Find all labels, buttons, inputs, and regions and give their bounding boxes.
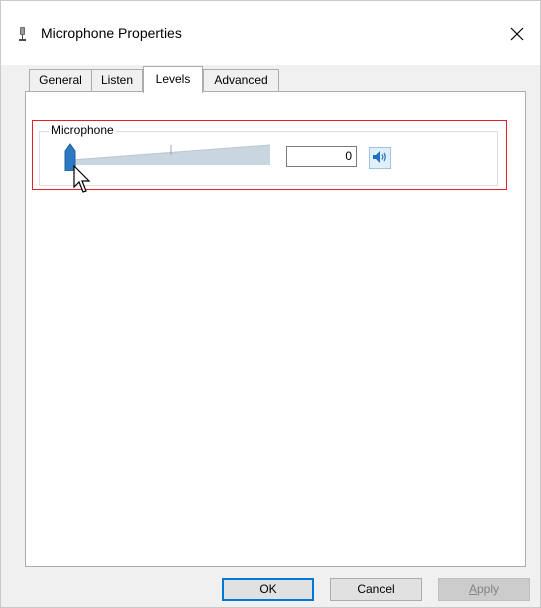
slider-graphic [64, 143, 271, 172]
speaker-icon [372, 150, 388, 167]
tab-levels[interactable]: Levels [143, 66, 203, 93]
cancel-button[interactable]: Cancel [330, 578, 422, 601]
window-title: Microphone Properties [41, 25, 182, 41]
ok-button[interactable]: OK [222, 578, 314, 601]
apply-label: pply [477, 582, 500, 596]
mute-button[interactable] [369, 147, 391, 169]
apply-accelerator: A [468, 582, 477, 596]
tab-listen[interactable]: Listen [91, 69, 143, 91]
microphone-icon [15, 26, 31, 42]
group-label: Microphone [49, 123, 116, 137]
level-slider[interactable] [63, 141, 273, 172]
apply-button[interactable]: Apply [438, 578, 530, 601]
title-bar: Microphone Properties [1, 1, 540, 65]
tab-advanced[interactable]: Advanced [203, 69, 279, 91]
close-icon [510, 27, 524, 41]
level-value-input[interactable]: 0 [286, 146, 357, 167]
tab-general[interactable]: General [29, 69, 92, 91]
properties-dialog: Microphone Properties General Listen Lev… [0, 0, 541, 608]
close-button[interactable] [494, 15, 540, 53]
mouse-pointer-icon [73, 164, 93, 203]
